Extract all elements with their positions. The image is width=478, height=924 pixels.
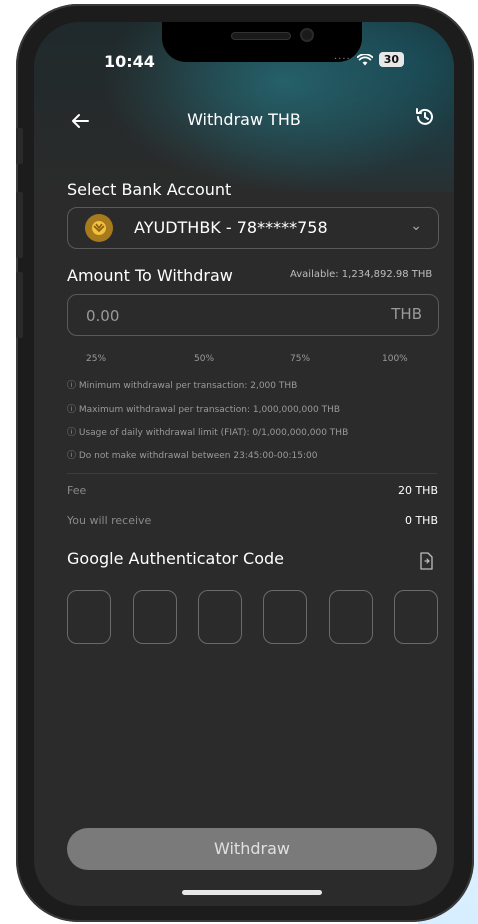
battery-icon: 30 (378, 52, 405, 67)
speaker (232, 33, 290, 39)
history-button[interactable] (414, 106, 438, 130)
percent-25-button[interactable]: 25% (86, 354, 106, 364)
note-daily-limit: ⓘ Usage of daily withdrawal limit (FIAT)… (67, 428, 349, 438)
page-title: Withdraw THB (187, 110, 301, 129)
amount-section-label: Amount To Withdraw (67, 266, 233, 285)
otp-digit-5[interactable] (329, 590, 373, 644)
fee-label: Fee (67, 484, 87, 497)
note-max-withdrawal: ⓘ Maximum withdrawal per transaction: 1,… (67, 405, 341, 415)
status-time: 10:44 (104, 52, 155, 71)
paste-button[interactable] (418, 552, 436, 572)
percent-50-button[interactable]: 50% (194, 354, 214, 364)
home-indicator (182, 890, 322, 895)
signal-icon: ···· (334, 54, 351, 65)
bank-section-label: Select Bank Account (67, 180, 232, 199)
otp-digit-1[interactable] (67, 590, 111, 644)
notch (162, 22, 362, 62)
history-icon (416, 108, 433, 125)
otp-digit-2[interactable] (133, 590, 177, 644)
amount-unit: THB (391, 305, 422, 323)
wifi-icon (356, 53, 373, 65)
amount-field[interactable]: THB (67, 294, 439, 336)
chevron-down-icon: ⌄ (410, 218, 422, 234)
amount-input[interactable] (84, 304, 348, 328)
volume-up-button (16, 192, 23, 258)
available-balance: Available: 1,234,892.98 THB (290, 269, 433, 280)
percent-75-button[interactable]: 75% (290, 354, 310, 364)
nav-bar: Withdraw THB (34, 104, 454, 140)
selected-bank-account: AYUDTHBK - 78*****758 (134, 218, 328, 237)
withdraw-button[interactable]: Withdraw (67, 828, 437, 870)
authenticator-label: Google Authenticator Code (67, 549, 284, 568)
otp-digit-3[interactable] (198, 590, 242, 644)
bank-logo-icon (85, 214, 113, 242)
divider (67, 473, 437, 474)
silent-switch (16, 128, 23, 164)
bank-emblem (92, 221, 106, 235)
bank-account-select[interactable]: AYUDTHBK - 78*****758 ⌄ (67, 207, 439, 249)
otp-digit-6[interactable] (394, 590, 438, 644)
front-camera (302, 30, 312, 40)
note-min-withdrawal: ⓘ Minimum withdrawal per transaction: 2,… (67, 381, 298, 391)
status-icons: ···· 30 (334, 52, 405, 67)
percent-100-button[interactable]: 100% (382, 354, 408, 364)
otp-digit-4[interactable] (263, 590, 307, 644)
paste-icon (420, 552, 433, 570)
receive-label: You will receive (67, 514, 152, 527)
fee-value: 20 THB (397, 484, 438, 497)
screen: 10:44 ···· 30 Withdraw THB Select Bank A… (34, 22, 454, 906)
note-restricted-time: ⓘ Do not make withdrawal between 23:45:0… (67, 451, 318, 461)
volume-down-button (16, 272, 23, 338)
receive-value: 0 THB (404, 514, 438, 527)
